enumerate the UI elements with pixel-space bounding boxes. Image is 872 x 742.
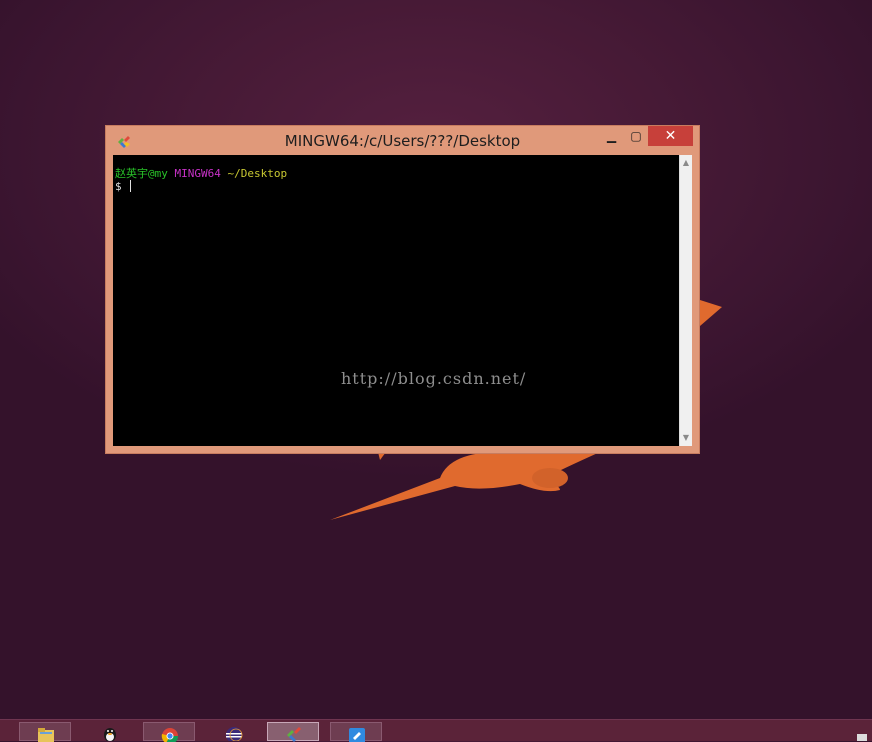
- taskbar-app[interactable]: [330, 722, 382, 742]
- watermark-text: http://blog.csdn.net/: [341, 369, 527, 388]
- close-button[interactable]: ✕: [648, 126, 693, 146]
- eclipse-icon: [226, 727, 243, 741]
- input-line[interactable]: $: [115, 180, 132, 193]
- terminal-area[interactable]: 赵英宇@my MINGW64 ~/Desktop $ http://blog.c…: [113, 155, 692, 446]
- prompt-path: ~/Desktop: [227, 167, 288, 180]
- prompt-system: MINGW64: [174, 167, 221, 180]
- taskbar-qq[interactable]: [84, 722, 136, 741]
- penguin-icon: [104, 728, 116, 741]
- terminal-window[interactable]: MINGW64:/c/Users/???/Desktop ▁ ▢ ✕ 赵英宇@m…: [105, 125, 700, 454]
- prompt-symbol: $: [115, 180, 122, 193]
- scroll-up-icon[interactable]: ▲: [680, 157, 692, 169]
- maximize-button[interactable]: ▢: [625, 126, 647, 146]
- taskbar: [0, 719, 872, 742]
- vertical-scrollbar[interactable]: ▲ ▼: [679, 155, 692, 446]
- title-bar[interactable]: MINGW64:/c/Users/???/Desktop ▁ ▢ ✕: [106, 126, 699, 155]
- taskbar-eclipse[interactable]: [208, 722, 260, 741]
- scroll-down-icon[interactable]: ▼: [680, 432, 692, 444]
- taskbar-file-explorer[interactable]: [19, 722, 71, 742]
- prompt-line: 赵英宇@my MINGW64 ~/Desktop: [115, 167, 287, 180]
- desktop: MINGW64:/c/Users/???/Desktop ▁ ▢ ✕ 赵英宇@m…: [0, 0, 872, 742]
- taskbar-git-bash[interactable]: [267, 722, 319, 742]
- prompt-user: 赵英宇@my: [115, 167, 168, 180]
- minimize-button[interactable]: ▁: [598, 126, 625, 146]
- text-cursor: [130, 180, 132, 192]
- taskbar-chrome[interactable]: [143, 722, 195, 742]
